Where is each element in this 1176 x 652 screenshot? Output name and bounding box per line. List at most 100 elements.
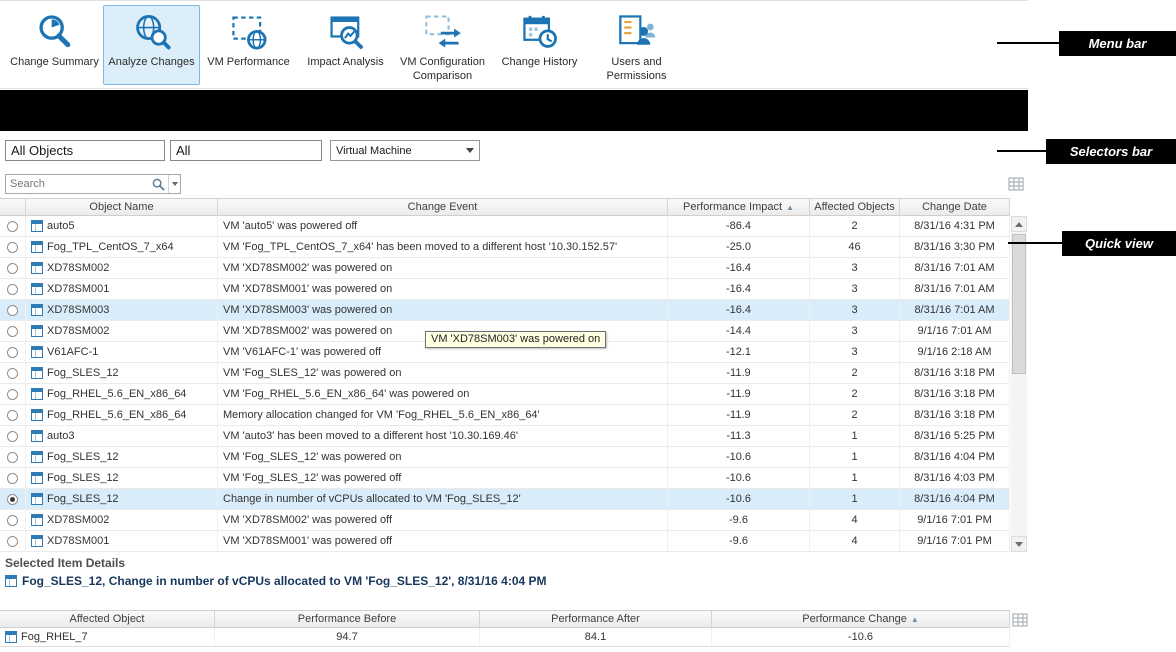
details-header-row: Affected Object Performance Before Perfo… (0, 610, 1010, 628)
users-permissions-icon (617, 10, 657, 54)
performance-impact-cell: -10.6 (668, 447, 810, 467)
table-row[interactable]: Fog_SLES_12Change in number of vCPUs all… (0, 489, 1010, 510)
table-row[interactable]: XD78SM003VM 'XD78SM003' was powered on-1… (0, 300, 1010, 321)
row-select-radio[interactable] (0, 342, 26, 362)
change-event-cell: VM 'Fog_SLES_12' was powered on (218, 363, 668, 383)
table-row[interactable]: XD78SM001VM 'XD78SM001' was powered on-1… (0, 279, 1010, 300)
table-row[interactable]: Fog_RHEL_5.6_EN_x86_64Memory allocation … (0, 405, 1010, 426)
affected-objects-cell: 4 (810, 531, 900, 551)
menu-item-label: Impact Analysis (307, 56, 383, 70)
menu-item-vm-performance[interactable]: VM Performance (200, 5, 297, 85)
object-name-cell: Fog_SLES_12 (26, 363, 218, 383)
change-date-cell: 9/1/16 7:01 PM (900, 531, 1010, 551)
selected-item-details-heading: Selected Item Details (5, 556, 125, 570)
column-header-performance-after[interactable]: Performance After (480, 611, 712, 627)
table-row[interactable]: XD78SM002VM 'XD78SM002' was powered on-1… (0, 258, 1010, 279)
affected-objects-cell: 3 (810, 300, 900, 320)
annotation-quick-view: Quick view (1062, 231, 1176, 256)
search-options-dropdown[interactable] (168, 175, 180, 193)
table-row[interactable]: XD78SM002VM 'XD78SM002' was powered off-… (0, 510, 1010, 531)
column-header-performance-change[interactable]: Performance Change ▲ (712, 611, 1010, 627)
tooltip: VM 'XD78SM003' was powered on (425, 331, 606, 348)
annotation-menu-bar: Menu bar (1059, 31, 1176, 56)
column-header-affected-objects[interactable]: Affected Objects (810, 199, 900, 215)
column-header-affected-object[interactable]: Affected Object (0, 611, 215, 627)
row-select-radio[interactable] (0, 237, 26, 257)
scroll-down-button[interactable] (1011, 536, 1027, 552)
change-date-cell: 9/1/16 2:18 AM (900, 342, 1010, 362)
row-select-radio[interactable] (0, 426, 26, 446)
column-chooser-icon[interactable] (1008, 177, 1024, 191)
column-header-change-date[interactable]: Change Date (900, 199, 1010, 215)
table-row[interactable]: Fog_SLES_12VM 'Fog_SLES_12' was powered … (0, 363, 1010, 384)
menu-item-change-summary[interactable]: Change Summary (6, 5, 103, 85)
vertical-scrollbar[interactable] (1011, 216, 1027, 552)
affected-objects-cell: 3 (810, 321, 900, 341)
arrow-up-icon (1015, 222, 1023, 227)
row-select-radio[interactable] (0, 279, 26, 299)
menu-item-vm-configuration-comparison[interactable]: VM Configuration Comparison (394, 5, 491, 85)
menu-item-analyze-changes[interactable]: Analyze Changes (103, 5, 200, 85)
affected-objects-cell: 4 (810, 510, 900, 530)
change-event-cell: VM 'Fog_SLES_12' was powered off (218, 468, 668, 488)
column-header-performance-impact[interactable]: Performance Impact ▲ (668, 199, 810, 215)
quick-view-body: auto5VM 'auto5' was powered off-86.428/3… (0, 216, 1010, 552)
menu-item-label: Users and Permissions (589, 56, 684, 84)
menu-item-label: Analyze Changes (108, 56, 194, 70)
menu-item-change-history[interactable]: Change History (491, 5, 588, 85)
object-type-dropdown[interactable]: Virtual Machine (330, 140, 480, 161)
row-select-radio[interactable] (0, 321, 26, 341)
performance-impact-cell: -11.3 (668, 426, 810, 446)
change-event-cell: VM 'XD78SM003' was powered on (218, 300, 668, 320)
change-date-cell: 8/31/16 3:30 PM (900, 237, 1010, 257)
row-select-radio[interactable] (0, 300, 26, 320)
menu-item-users-and-permissions[interactable]: Users and Permissions (588, 5, 685, 85)
table-row[interactable]: Fog_TPL_CentOS_7_x64VM 'Fog_TPL_CentOS_7… (0, 237, 1010, 258)
menu-item-impact-analysis[interactable]: Impact Analysis (297, 5, 394, 85)
table-row[interactable]: auto5VM 'auto5' was powered off-86.428/3… (0, 216, 1010, 237)
column-header-object-name[interactable]: Object Name (26, 199, 218, 215)
table-row[interactable]: auto3VM 'auto3' has been moved to a diff… (0, 426, 1010, 447)
scrollbar-thumb[interactable] (1012, 234, 1026, 374)
change-history-icon (520, 10, 560, 54)
row-select-radio[interactable] (0, 363, 26, 383)
details-table-row[interactable]: Fog_RHEL_7 94.7 84.1 -10.6 (0, 628, 1010, 647)
performance-impact-cell: -14.4 (668, 321, 810, 341)
object-name-cell: XD78SM003 (26, 300, 218, 320)
column-chooser-icon[interactable] (1012, 613, 1028, 627)
table-row[interactable]: XD78SM001VM 'XD78SM001' was powered off-… (0, 531, 1010, 552)
table-row[interactable]: Fog_SLES_12VM 'Fog_SLES_12' was powered … (0, 447, 1010, 468)
search-input[interactable] (6, 176, 152, 192)
change-event-cell: VM 'Fog_SLES_12' was powered on (218, 447, 668, 467)
row-select-radio[interactable] (0, 468, 26, 488)
row-select-radio[interactable] (0, 216, 26, 236)
affected-objects-cell: 3 (810, 258, 900, 278)
scroll-up-button[interactable] (1011, 216, 1027, 232)
row-select-radio[interactable] (0, 447, 26, 467)
column-header-performance-before[interactable]: Performance Before (215, 611, 480, 627)
row-select-radio[interactable] (0, 258, 26, 278)
affected-objects-cell: 2 (810, 363, 900, 383)
sort-asc-icon: ▲ (786, 203, 794, 212)
table-row[interactable]: Fog_SLES_12VM 'Fog_SLES_12' was powered … (0, 468, 1010, 489)
menu-item-label: Change History (502, 56, 578, 70)
change-date-cell: 8/31/16 7:01 AM (900, 300, 1010, 320)
annotation-line-menu-bar (997, 42, 1059, 44)
vm-icon (31, 388, 43, 400)
row-select-radio[interactable] (0, 510, 26, 530)
vm-icon (31, 262, 43, 274)
change-event-cell: VM 'auto5' was powered off (218, 216, 668, 236)
table-row[interactable]: Fog_RHEL_5.6_EN_x86_64VM 'Fog_RHEL_5.6_E… (0, 384, 1010, 405)
search-icon[interactable] (152, 178, 165, 191)
row-select-radio[interactable] (0, 489, 26, 509)
row-select-radio[interactable] (0, 531, 26, 551)
annotation-line-quick-view (1008, 242, 1062, 244)
column-header-change-event[interactable]: Change Event (218, 199, 668, 215)
performance-impact-cell: -11.9 (668, 363, 810, 383)
search-box[interactable] (5, 174, 181, 194)
quick-view-header-row: Object Name Change Event Performance Imp… (0, 198, 1010, 216)
scope-selector-input[interactable] (5, 140, 165, 161)
row-select-radio[interactable] (0, 405, 26, 425)
row-select-radio[interactable] (0, 384, 26, 404)
group-selector-input[interactable] (170, 140, 322, 161)
